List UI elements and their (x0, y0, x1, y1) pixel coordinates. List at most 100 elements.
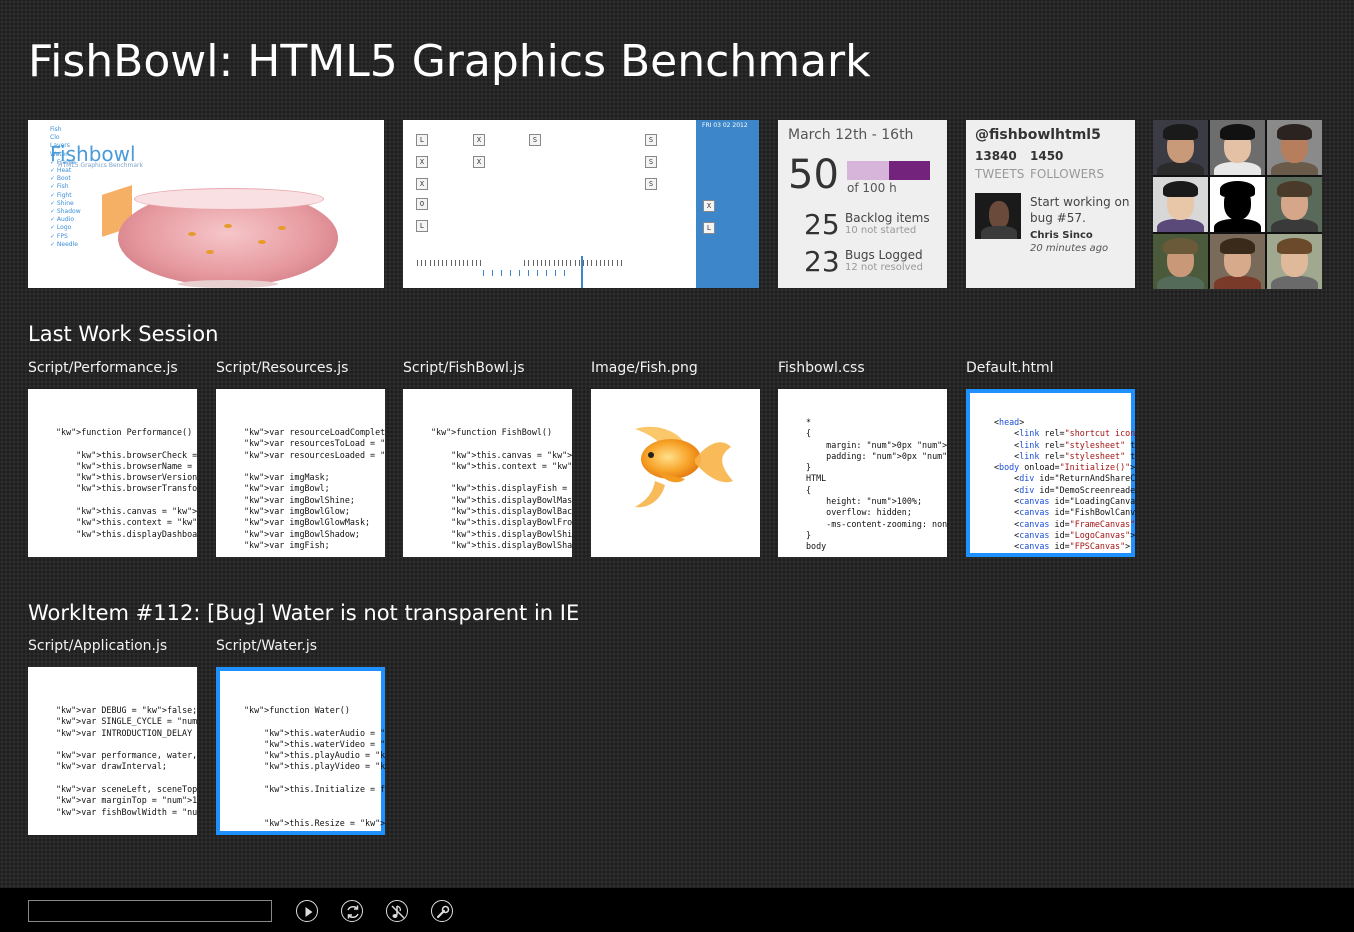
timeline-cursor[interactable] (581, 256, 583, 288)
team-member-avatar[interactable] (1153, 177, 1208, 232)
avatar-hair (1277, 124, 1312, 140)
timeline-task-icon: S (645, 178, 657, 190)
timeline-tick (562, 260, 563, 266)
team-member-avatar[interactable] (1153, 120, 1208, 175)
code-line: "kw">this.waterVideo = "kw">null; (264, 738, 385, 749)
timeline-tick (463, 260, 465, 266)
avatar-body (981, 226, 1017, 239)
timeline-task-icon: X (416, 156, 428, 168)
code-line: "kw">this.browserName = "kw">null; (76, 460, 197, 471)
team-member-avatar[interactable] (1267, 177, 1322, 232)
code-line: "kw">var resourceLoadCompleted = f (244, 427, 385, 437)
timeline-tick (595, 260, 597, 266)
play-button[interactable] (296, 900, 318, 922)
file-label: Script/Application.js (28, 638, 168, 654)
timeline-tick (471, 260, 473, 266)
code-line: "kw">this.displayBowlMask = tr (451, 494, 572, 505)
followers-label: FOLLOWERS (1030, 167, 1105, 181)
code-preview: <head> <link rel="shortcut icon" ty <lin… (966, 389, 1135, 553)
code-line: "kw">this.displayBowlBack = tr (451, 506, 572, 517)
code-line: "kw">this.browserTransform = n (76, 483, 197, 494)
code-line: <canvas id="FishBowlCanva (994, 507, 1135, 518)
fishbowl-menu-item: ✓ FPS (50, 232, 68, 240)
timeline-tick (620, 260, 622, 266)
sync-button[interactable] (341, 900, 363, 922)
timeline-tile[interactable]: FRI 03 02 2012 LXXOLXXSSSSXL (403, 120, 759, 288)
team-photos-tile[interactable] (1153, 120, 1322, 289)
code-line: <canvas id="FrameCanvas"> (994, 518, 1135, 529)
timeline-tick (566, 260, 568, 266)
code-preview: "kw">function FishBowl() "kw">this.canva… (403, 389, 572, 551)
fishbowl-bowl-rim (134, 188, 324, 210)
timeline-tick (450, 260, 452, 266)
avatar-face (989, 201, 1009, 229)
tweet-author: Chris Sinco (1030, 230, 1093, 241)
twitter-tile[interactable]: @fishbowlhtml5 13840 1450 TWEETS FOLLOWE… (966, 120, 1135, 288)
file-tile-resources[interactable]: "kw">var resourceLoadCompleted = f "kw">v… (216, 389, 385, 557)
file-tile-water[interactable]: "kw">function Water() "kw">this.waterAud… (216, 667, 385, 835)
timeline-tick (587, 260, 589, 266)
fishbowl-menu-item: ✓ Fight (50, 191, 72, 199)
fishbowl-preview-tile[interactable]: Fish Clo Layers Water ✓ Frame ✓ Heat ✓ Boot ✓ F… (28, 120, 384, 288)
team-member-avatar[interactable] (1210, 120, 1265, 175)
team-member-avatar[interactable] (1267, 120, 1322, 175)
team-member-avatar[interactable] (1210, 177, 1265, 232)
file-tile-performance[interactable]: "kw">function Performance() "kw">this.br… (28, 389, 197, 557)
timeline-tick (467, 260, 469, 266)
code-line: "kw">this.browserCheck = "kw">null; (76, 449, 197, 460)
timeline-tick (528, 270, 529, 276)
file-tile-default-html[interactable]: <head> <link rel="shortcut icon" ty <lin… (966, 389, 1135, 557)
code-line: margin: "num">0px "num">0px "num">0px "n… (806, 439, 947, 450)
file-tile-fishbowl[interactable]: "kw">function FishBowl() "kw">this.canva… (403, 389, 572, 557)
code-line: "kw">this.canvas = "kw">null; (451, 449, 572, 460)
fish-icon (188, 232, 196, 236)
avatar-hair (1163, 124, 1198, 140)
code-line: } (806, 529, 812, 540)
search-input[interactable] (28, 900, 272, 922)
code-line: "kw">this.displayBowlShine = t (451, 528, 572, 539)
code-line: "kw">this.context = "kw">null; (76, 517, 197, 528)
file-tile-application[interactable]: "kw">var DEBUG = "kw">false; "kw">var SIN… (28, 667, 197, 835)
mute-button[interactable] (386, 900, 408, 922)
code-line: "kw">this.playAudio = "kw">true; (264, 750, 385, 761)
file-label: Script/FishBowl.js (403, 360, 525, 376)
timeline-tick (583, 260, 584, 266)
file-tile-css[interactable]: *{ margin: "num">0px "num">0px "num">0px… (778, 389, 947, 557)
timeline-tick (616, 260, 618, 266)
code-line: padding: "num">0px "num">0px "num">0px "… (806, 450, 947, 461)
tweets-label: TWEETS (975, 167, 1025, 181)
avatar-hair (1277, 238, 1312, 254)
timeline-tick (546, 270, 547, 276)
team-member-avatar[interactable] (1153, 234, 1208, 289)
code-line: "kw">function Performance() (56, 427, 193, 437)
timeline-tick (501, 270, 502, 276)
fishbowl-menu-item: ✓ Audio (50, 216, 74, 224)
timeline-tick (536, 260, 538, 266)
team-member-avatar[interactable] (1210, 234, 1265, 289)
team-member-avatar[interactable] (1267, 234, 1322, 289)
settings-button[interactable] (431, 900, 453, 922)
twitter-handle: @fishbowlhtml5 (975, 127, 1101, 143)
sprint-tile[interactable]: March 12th - 16th 50 of 100 h 25 Backlog… (778, 120, 947, 288)
code-line: "kw">this.waterAudio = "kw">null; (264, 727, 385, 738)
timeline-tick (553, 260, 555, 266)
avatar-hair (1220, 238, 1255, 254)
fishbowl-menu-item: ✓ Shine (50, 199, 74, 207)
code-line: "kw">this.playVideo = "kw">true; (264, 761, 385, 772)
code-line: <div id="DemoScreenreader (994, 484, 1135, 495)
code-line: "kw">var imgBowlShine; (244, 494, 355, 505)
code-preview: *{ margin: "num">0px "num">0px "num">0px… (778, 389, 947, 553)
no-sound-icon (391, 905, 405, 919)
file-label: Script/Resources.js (216, 360, 349, 376)
timeline-task-icon: L (416, 220, 428, 232)
timeline-tick (604, 260, 605, 266)
code-line: "kw">this.displayBowlShadow = (451, 539, 572, 550)
timeline-tick (578, 260, 580, 266)
timeline-task-icon: L (703, 222, 715, 234)
timeline-task-icon: S (529, 134, 541, 146)
avatar-hair (1277, 181, 1312, 197)
file-tile-fish-image[interactable] (591, 389, 760, 557)
